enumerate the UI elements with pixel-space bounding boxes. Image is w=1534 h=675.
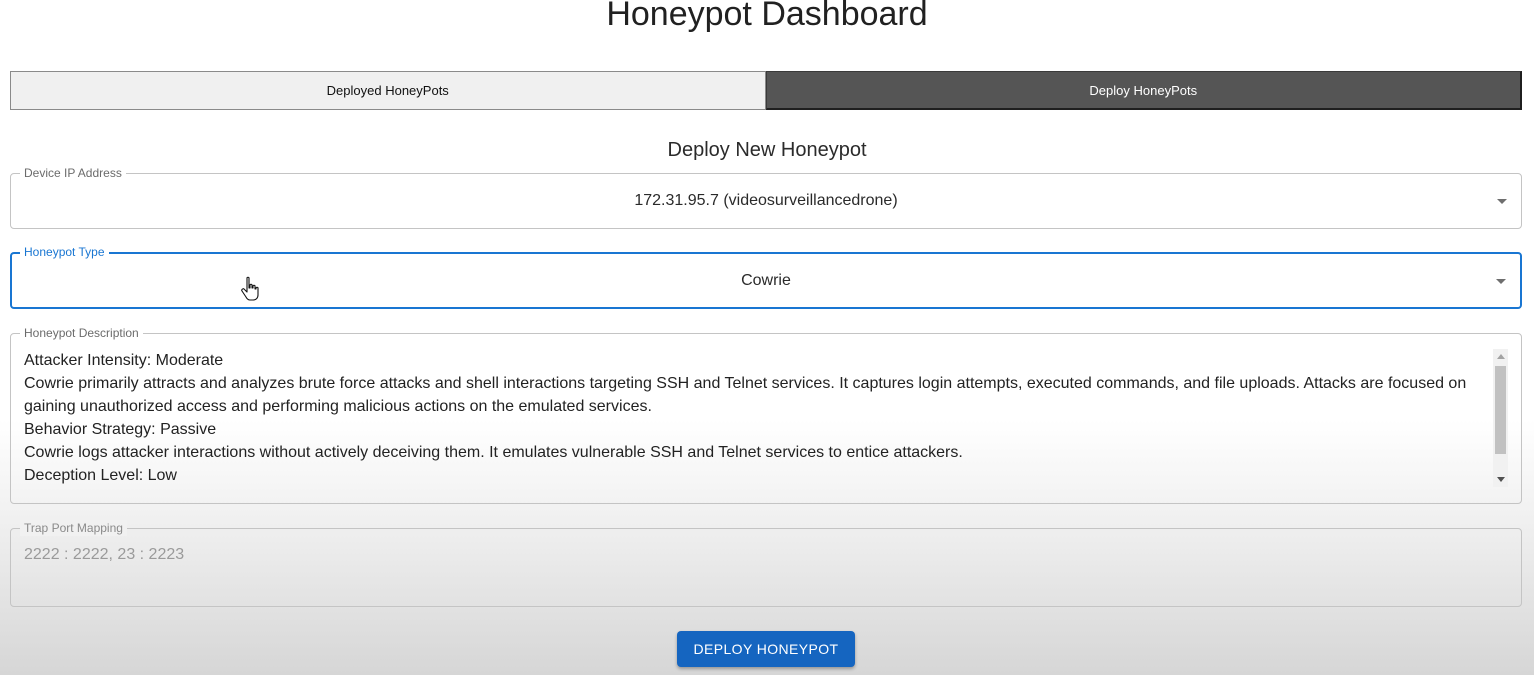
description-line: Behavior Strategy: Passive (24, 421, 217, 438)
caret-down-icon[interactable] (1496, 278, 1506, 284)
description-line: Cowrie logs attacker interactions withou… (24, 444, 963, 461)
honeypot-description-field[interactable]: Honeypot Description Attacker Intensity:… (10, 325, 1522, 504)
tab-deployed-honeypots[interactable]: Deployed HoneyPots (10, 71, 766, 110)
device-ip-value: 172.31.95.7 (videosurveillancedrone) (634, 192, 898, 209)
scroll-thumb[interactable] (1495, 366, 1506, 454)
honeypot-description-text: Attacker Intensity: Moderate Cowrie prim… (24, 349, 1481, 487)
honeypot-description-label: Honeypot Description (20, 325, 143, 341)
scroll-down-icon[interactable] (1497, 477, 1505, 482)
scroll-up-icon[interactable] (1497, 354, 1505, 359)
description-scrollbar[interactable] (1493, 349, 1508, 487)
form-title: Deploy New Honeypot (667, 139, 867, 161)
device-ip-select[interactable]: Device IP Address 172.31.95.7 (videosurv… (10, 165, 1522, 229)
description-line: Cowrie primarily attracts and analyzes b… (24, 375, 1467, 415)
hand-pointer-icon (241, 276, 259, 301)
tab-bar: Deployed HoneyPots Deploy HoneyPots (10, 71, 1522, 110)
description-line: Attacker Intensity: Moderate (24, 352, 224, 369)
caret-down-icon[interactable] (1497, 199, 1507, 204)
honeypot-type-value: Cowrie (741, 271, 791, 289)
trap-port-mapping-input[interactable] (24, 546, 624, 564)
description-line: Deception Level: Low (24, 467, 177, 484)
deploy-honeypot-button[interactable]: DEPLOY HONEYPOT (677, 631, 855, 667)
trap-port-mapping-label: Trap Port Mapping (20, 520, 127, 536)
honeypot-type-select[interactable]: Honeypot Type Cowrie (10, 244, 1522, 309)
page-title: Honeypot Dashboard (606, 0, 928, 33)
tab-deploy-honeypots[interactable]: Deploy HoneyPots (765, 71, 1522, 110)
trap-port-mapping-field[interactable]: Trap Port Mapping (10, 520, 1522, 607)
